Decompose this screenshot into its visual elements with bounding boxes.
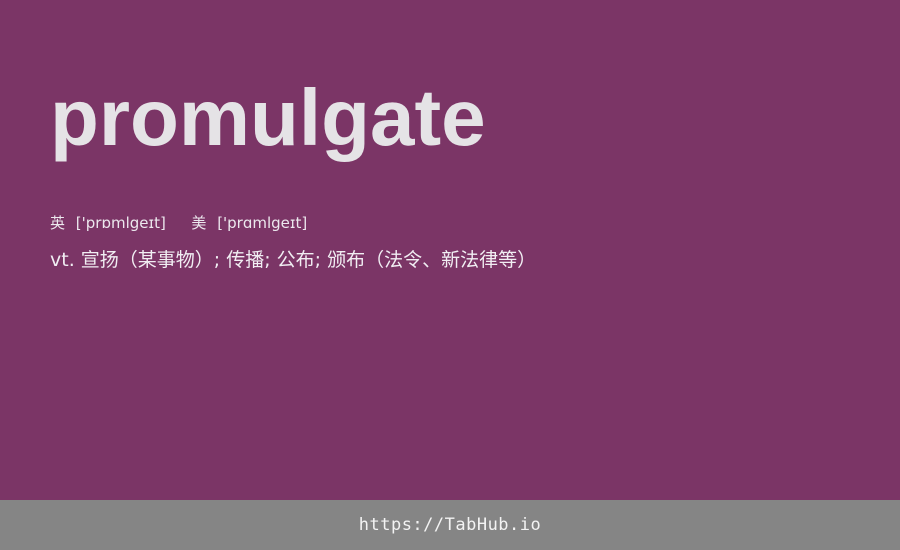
- tabhub-link[interactable]: https://TabHub.io: [359, 515, 542, 535]
- uk-label: 英: [50, 214, 66, 232]
- footer-bar: https://TabHub.io: [0, 500, 900, 550]
- uk-phonetic: ['prɒmlgeɪt]: [75, 214, 166, 232]
- word-card: promulgate 英 ['prɒmlgeɪt] 美 ['prɑmlgeɪt]…: [0, 0, 900, 500]
- us-label: 美: [191, 214, 207, 232]
- definition: vt. 宣扬（某事物）; 传播; 公布; 颁布（法令、新法律等）: [50, 249, 537, 271]
- headword: promulgate: [50, 73, 486, 162]
- phonetics-line: 英 ['prɒmlgeɪt] 美 ['prɑmlgeɪt]: [50, 212, 307, 234]
- us-phonetic: ['prɑmlgeɪt]: [217, 214, 308, 232]
